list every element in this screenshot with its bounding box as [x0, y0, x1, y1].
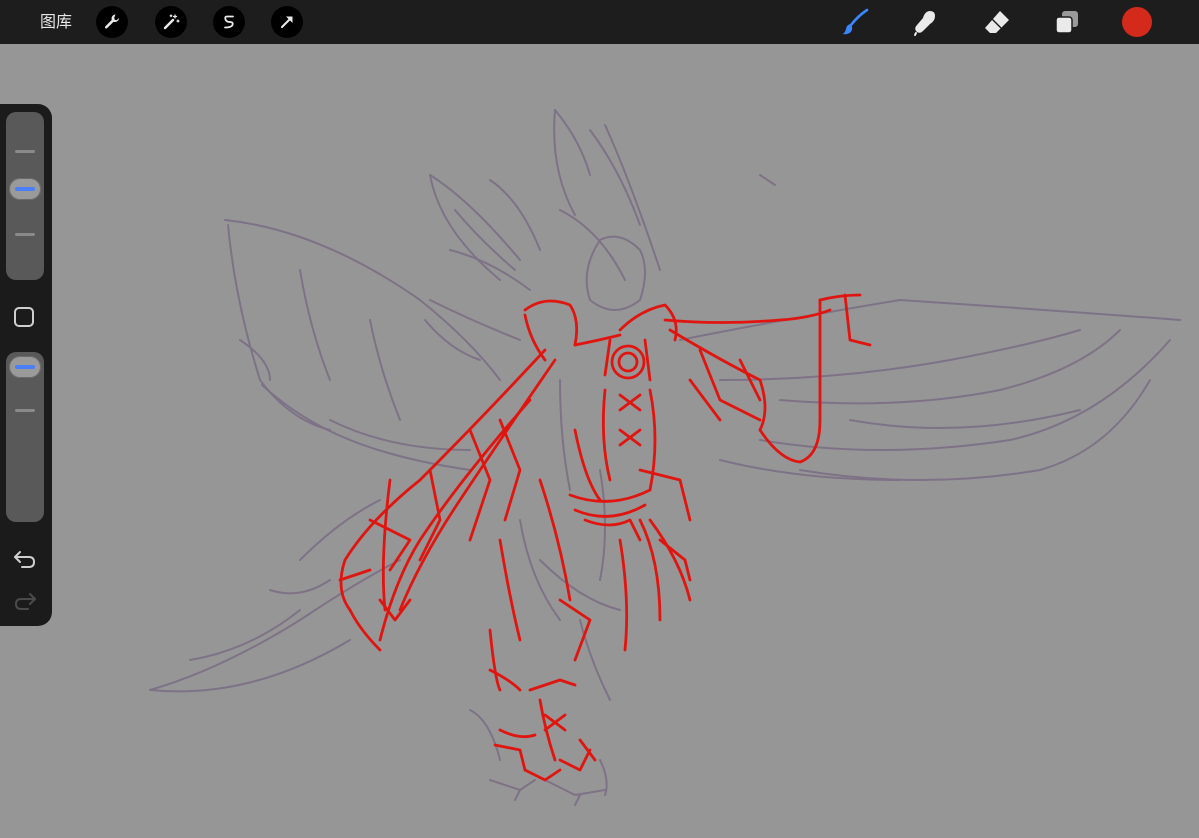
side-bar	[0, 104, 52, 626]
layers-button[interactable]	[1050, 5, 1084, 39]
brush-size-slider[interactable]	[6, 112, 44, 280]
underlayer-sketch	[149, 109, 1181, 806]
undo-arrow-icon	[14, 551, 36, 568]
magic-wand-icon	[163, 14, 180, 30]
top-toolbar: 图库	[0, 0, 1199, 44]
layers-icon	[1055, 11, 1078, 34]
brush-size-thumb[interactable]	[9, 178, 41, 200]
color-picker-button[interactable]	[1122, 7, 1152, 37]
actions-button[interactable]	[96, 6, 128, 38]
sketch-artwork	[149, 109, 1181, 806]
undo-button[interactable]	[12, 548, 38, 570]
opacity-thumb[interactable]	[9, 356, 41, 378]
slider-tick	[15, 409, 35, 412]
wrench-icon	[104, 14, 119, 29]
smudge-tool-button[interactable]	[908, 5, 942, 39]
arrow-cursor-icon	[281, 16, 293, 28]
selection-s-icon	[224, 15, 234, 29]
adjustments-button[interactable]	[155, 6, 187, 38]
selection-button[interactable]	[213, 6, 245, 38]
redo-arrow-icon	[14, 593, 36, 610]
slider-tick	[15, 233, 35, 236]
brush-tool-button[interactable]	[838, 5, 872, 39]
gallery-button[interactable]: 图库	[40, 11, 72, 33]
square-modify-icon[interactable]	[14, 307, 34, 327]
slider-tick	[15, 150, 35, 153]
brush-icon	[842, 8, 869, 35]
transform-button[interactable]	[271, 6, 303, 38]
procreate-app: 图库	[0, 0, 1199, 838]
eraser-tool-button[interactable]	[980, 5, 1014, 39]
redo-button[interactable]	[12, 590, 38, 612]
drawing-canvas[interactable]	[0, 44, 1199, 838]
eraser-icon	[985, 11, 1009, 33]
smudge-finger-icon	[914, 11, 935, 36]
opacity-slider[interactable]	[6, 352, 44, 522]
